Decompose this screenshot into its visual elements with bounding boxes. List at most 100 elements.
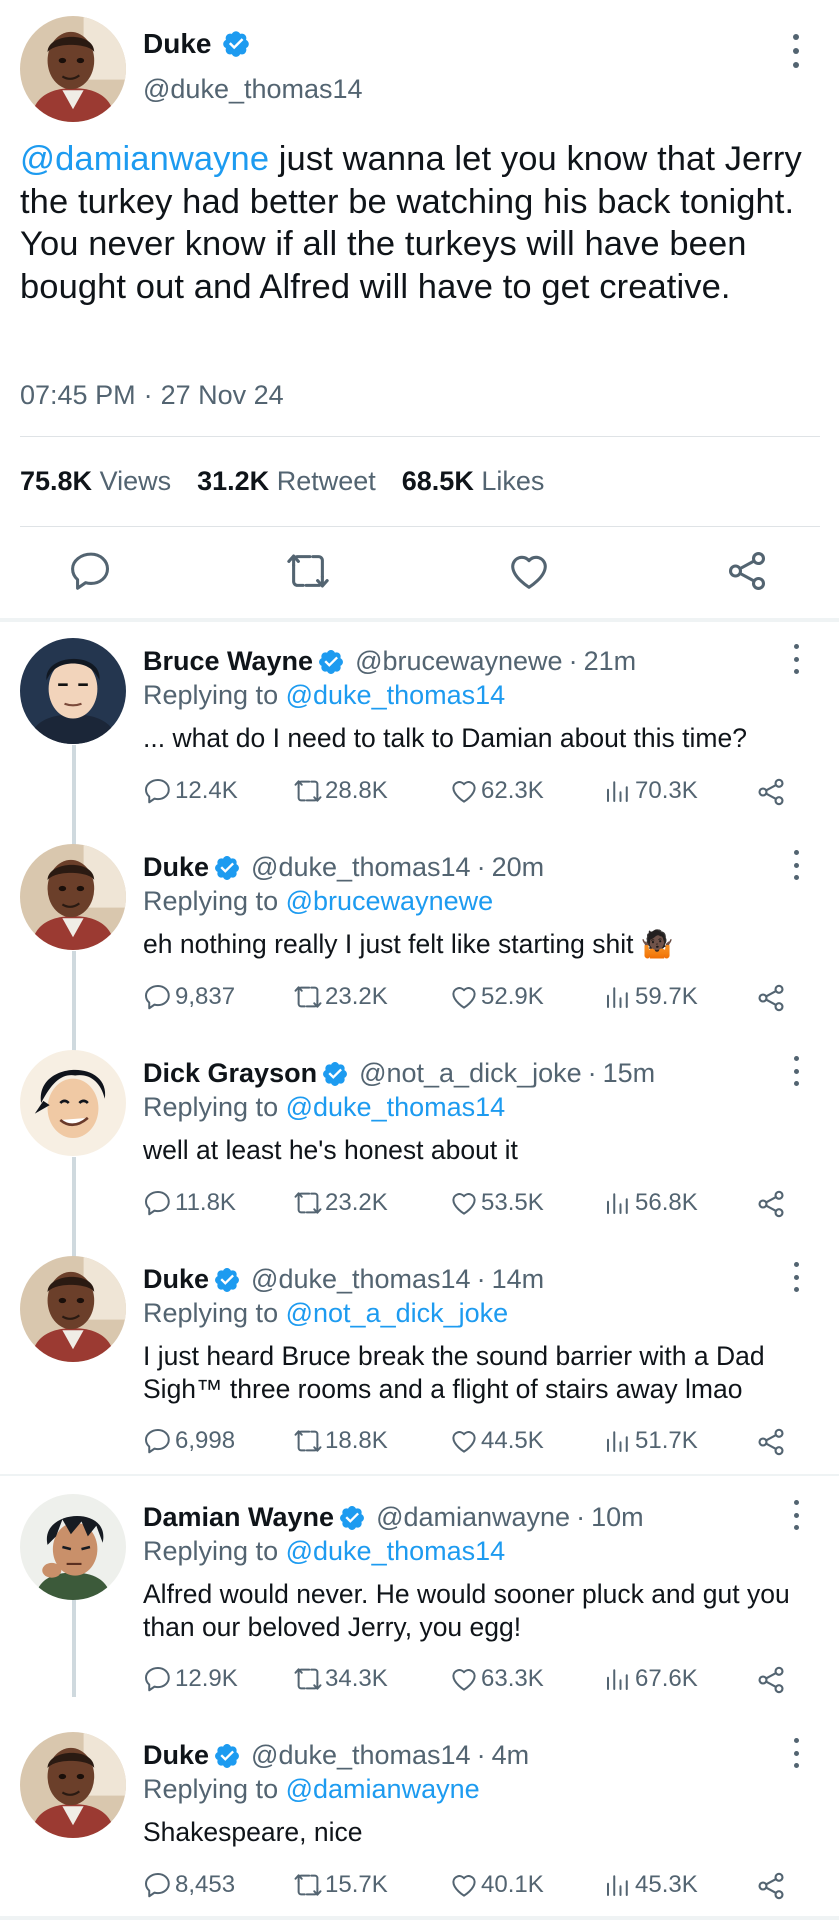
like-button[interactable]: 63.3K	[449, 1664, 544, 1694]
more-options-icon[interactable]	[786, 1738, 806, 1768]
retweet-button[interactable]: 18.8K	[293, 1426, 388, 1456]
reply-time[interactable]: 14m	[492, 1264, 545, 1295]
avatar[interactable]	[20, 844, 126, 950]
reply-author-name[interactable]: Duke	[143, 852, 209, 883]
likes-stat[interactable]: 68.5K Likes	[402, 466, 545, 497]
share-button[interactable]	[755, 1870, 787, 1902]
replying-to-mention[interactable]: @duke_thomas14	[286, 680, 506, 710]
reply-author-handle[interactable]: @brucewaynewe	[355, 646, 563, 677]
views-count: 75.8K	[20, 466, 93, 496]
reply-button[interactable]: 12.4K	[143, 776, 238, 806]
replying-to-mention[interactable]: @brucewaynewe	[286, 886, 494, 916]
like-button[interactable]: 44.5K	[449, 1426, 544, 1456]
main-tweet: Duke @duke_thomas14 @damianwayne just wa…	[0, 0, 839, 625]
reply-author-name[interactable]: Duke	[143, 1264, 209, 1295]
reply-author-name[interactable]: Duke	[143, 1740, 209, 1771]
avatar[interactable]	[20, 1256, 126, 1362]
more-options-icon[interactable]	[786, 850, 806, 880]
like-button[interactable]: 40.1K	[449, 1870, 544, 1900]
like-button[interactable]: 53.5K	[449, 1188, 544, 1218]
reply-tweet[interactable]: Bruce Wayne @brucewaynewe · 21m Replying to …	[0, 626, 839, 826]
retweet-button[interactable]: 15.7K	[293, 1870, 388, 1900]
replying-to-label: Replying to	[143, 1298, 279, 1328]
damian-avatar-image	[20, 1494, 126, 1600]
avatar[interactable]	[20, 638, 126, 744]
likes-count: 63.3K	[481, 1665, 544, 1692]
reply-author-handle[interactable]: @duke_thomas14	[251, 1740, 471, 1771]
avatar[interactable]	[20, 16, 126, 122]
reply-time[interactable]: 15m	[603, 1058, 656, 1089]
share-button[interactable]	[755, 1426, 787, 1458]
reply-icon[interactable]	[68, 548, 114, 594]
reply-button[interactable]: 6,998	[143, 1426, 235, 1456]
tweet-timestamp[interactable]: 07:45 PM · 27 Nov 24	[20, 380, 284, 411]
retweets-stat[interactable]: 31.2K Retweet	[197, 466, 376, 497]
more-options-icon[interactable]	[786, 1500, 806, 1530]
avatar[interactable]	[20, 1732, 126, 1838]
retweet-button[interactable]: 23.2K	[293, 1188, 388, 1218]
retweets-count: 23.2K	[325, 983, 388, 1010]
reply-tweet[interactable]: Damian Wayne @damianwayne · 10m Replying to …	[0, 1482, 839, 1712]
views-button[interactable]: 51.7K	[603, 1426, 698, 1456]
reply-tweet[interactable]: Duke @duke_thomas14 · 20m Replying to @bruce…	[0, 832, 839, 1032]
reply-tweet[interactable]: Duke @duke_thomas14 · 4m Replying to @damian…	[0, 1720, 839, 1910]
views-button[interactable]: 56.8K	[603, 1188, 698, 1218]
like-button[interactable]: 62.3K	[449, 776, 544, 806]
reply-author-name[interactable]: Dick Grayson	[143, 1058, 317, 1089]
retweet-icon	[293, 1664, 323, 1694]
share-button[interactable]	[755, 1188, 787, 1220]
author-handle[interactable]: @duke_thomas14	[143, 74, 363, 105]
reply-tweet[interactable]: Duke @duke_thomas14 · 14m Replying to @not_a…	[0, 1244, 839, 1474]
reply-time[interactable]: 21m	[584, 646, 637, 677]
reply-button[interactable]: 12.9K	[143, 1664, 238, 1694]
reply-time[interactable]: 10m	[591, 1502, 644, 1533]
retweet-button[interactable]: 28.8K	[293, 776, 388, 806]
share-button[interactable]	[755, 776, 787, 808]
reply-button[interactable]: 8,453	[143, 1870, 235, 1900]
views-button[interactable]: 45.3K	[603, 1870, 698, 1900]
retweet-button[interactable]: 34.3K	[293, 1664, 388, 1694]
heart-icon	[449, 1870, 479, 1900]
replying-to-mention[interactable]: @damianwayne	[286, 1774, 480, 1804]
more-options-icon[interactable]	[786, 1262, 806, 1292]
heart-icon[interactable]	[506, 548, 552, 594]
reply-time[interactable]: 4m	[492, 1740, 530, 1771]
header-separator: ·	[476, 1740, 486, 1770]
replying-to-mention[interactable]: @not_a_dick_joke	[286, 1298, 509, 1328]
reply-button[interactable]: 11.8K	[143, 1188, 236, 1218]
more-options-icon[interactable]	[786, 644, 806, 674]
share-button[interactable]	[755, 982, 787, 1014]
retweets-count: 23.2K	[325, 1189, 388, 1216]
like-button[interactable]: 52.9K	[449, 982, 544, 1012]
views-button[interactable]: 59.7K	[603, 982, 698, 1012]
replying-to-mention[interactable]: @duke_thomas14	[286, 1536, 506, 1566]
duke-avatar-image	[20, 1256, 126, 1362]
reply-text: Alfred would never. He would sooner pluc…	[143, 1578, 823, 1644]
avatar[interactable]	[20, 1050, 126, 1156]
more-options-icon[interactable]	[786, 1056, 806, 1086]
reply-author-name[interactable]: Damian Wayne	[143, 1502, 334, 1533]
reply-author-handle[interactable]: @not_a_dick_joke	[359, 1058, 582, 1089]
share-icon[interactable]	[724, 548, 770, 594]
avatar[interactable]	[20, 1494, 126, 1600]
views-button[interactable]: 70.3K	[603, 776, 698, 806]
reply-author-name[interactable]: Bruce Wayne	[143, 646, 313, 677]
replying-to-mention[interactable]: @duke_thomas14	[286, 1092, 506, 1122]
dick-avatar-image	[20, 1050, 126, 1156]
author-name-text[interactable]: Duke	[143, 28, 211, 60]
reply-button[interactable]: 9,837	[143, 982, 235, 1012]
reply-author-handle[interactable]: @duke_thomas14	[251, 1264, 471, 1295]
mention-link[interactable]: @damianwayne	[20, 140, 269, 178]
verified-badge-icon	[213, 854, 241, 882]
views-button[interactable]: 67.6K	[603, 1664, 698, 1694]
more-options-icon[interactable]	[786, 34, 806, 68]
share-button[interactable]	[755, 1664, 787, 1696]
author-name[interactable]: Duke	[143, 28, 251, 60]
reply-tweet[interactable]: Dick Grayson @not_a_dick_joke · 15m Replying…	[0, 1038, 839, 1238]
retweet-button[interactable]: 23.2K	[293, 982, 388, 1012]
retweet-icon[interactable]	[285, 548, 331, 594]
views-stat[interactable]: 75.8K Views	[20, 466, 171, 497]
reply-author-handle[interactable]: @duke_thomas14	[251, 852, 471, 883]
reply-time[interactable]: 20m	[492, 852, 545, 883]
reply-author-handle[interactable]: @damianwayne	[376, 1502, 570, 1533]
